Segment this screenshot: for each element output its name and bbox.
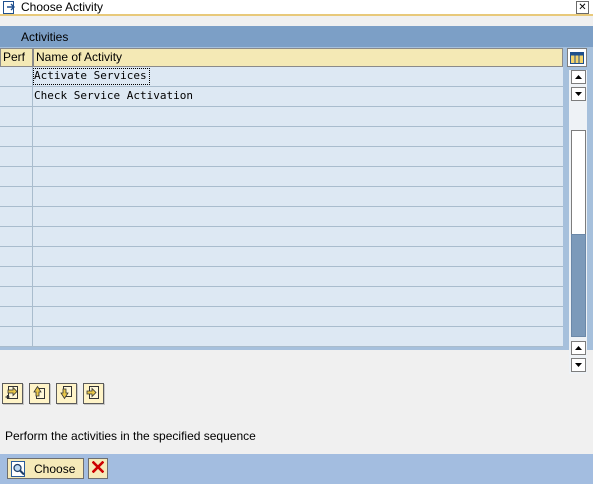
perf-cell[interactable]	[0, 327, 33, 346]
choose-magnifier-icon	[11, 460, 27, 477]
perf-cell[interactable]	[0, 167, 33, 186]
page-down-icon[interactable]	[571, 341, 586, 355]
activity-name-cell[interactable]	[34, 269, 36, 284]
table-body: Activate Services Check Service Activatio…	[0, 67, 563, 347]
scroll-down-icon[interactable]	[571, 358, 586, 372]
table-row[interactable]	[0, 167, 563, 187]
perf-cell[interactable]	[0, 87, 33, 106]
perf-cell[interactable]	[0, 127, 33, 146]
activity-name-cell[interactable]	[34, 329, 36, 344]
perf-cell[interactable]	[0, 247, 33, 266]
perf-cell[interactable]	[0, 147, 33, 166]
instruction-text: Perform the activities in the specified …	[5, 429, 256, 443]
table-row[interactable]	[0, 107, 563, 127]
table-title-bar: Activities	[0, 26, 593, 47]
dialog-title: Choose Activity	[21, 0, 104, 14]
perf-cell[interactable]	[0, 287, 33, 306]
move-up-icon	[32, 385, 47, 403]
table-row[interactable]	[0, 207, 563, 227]
table-settings-icon[interactable]	[567, 48, 587, 67]
details-icon	[86, 385, 101, 403]
activity-name-cell[interactable]	[34, 149, 36, 164]
column-header-name[interactable]: Name of Activity	[33, 48, 563, 67]
scroll-thumb[interactable]	[571, 234, 586, 337]
perf-cell[interactable]	[0, 207, 33, 226]
activity-name-cell[interactable]: Check Service Activation	[34, 89, 195, 104]
insert-row-button[interactable]	[2, 383, 23, 404]
perf-cell[interactable]	[0, 307, 33, 326]
table-row[interactable]: Check Service Activation	[0, 87, 563, 107]
cancel-icon	[91, 460, 105, 476]
details-button[interactable]	[83, 383, 104, 404]
activity-name-cell[interactable]	[34, 169, 36, 184]
table-row[interactable]	[0, 127, 563, 147]
table-row[interactable]	[0, 247, 563, 267]
move-down-icon	[59, 385, 74, 403]
dialog-titlebar: Choose Activity ✕	[0, 0, 593, 16]
perf-cell[interactable]	[0, 267, 33, 286]
move-up-button[interactable]	[29, 383, 50, 404]
move-down-button[interactable]	[56, 383, 77, 404]
activities-table: Activities Perf Name of Activity Activat…	[0, 26, 593, 374]
table-row[interactable]	[0, 327, 563, 347]
table-row[interactable]	[0, 287, 563, 307]
table-row[interactable]	[0, 307, 563, 327]
dialog-icon	[2, 0, 18, 14]
perf-cell[interactable]	[0, 227, 33, 246]
table-toolbar	[2, 383, 104, 404]
activity-name-cell[interactable]	[34, 129, 36, 144]
close-icon[interactable]: ✕	[576, 1, 589, 14]
dialog-footer: Choose	[0, 454, 593, 484]
table-row[interactable]	[0, 267, 563, 287]
activity-name-cell[interactable]	[34, 109, 36, 124]
perf-cell[interactable]	[0, 187, 33, 206]
page-up-icon[interactable]	[571, 87, 586, 101]
activity-name-cell[interactable]	[34, 309, 36, 324]
perf-cell[interactable]	[0, 107, 33, 126]
activity-name-cell[interactable]	[34, 209, 36, 224]
activity-name-cell[interactable]	[34, 189, 36, 204]
perf-cell[interactable]	[0, 67, 33, 86]
cancel-button[interactable]	[88, 458, 108, 479]
activity-name-cell[interactable]	[34, 249, 36, 264]
scroll-up-icon[interactable]	[571, 70, 586, 84]
table-title: Activities	[21, 30, 69, 44]
vertical-scrollbar[interactable]	[569, 70, 587, 374]
column-header-perf[interactable]: Perf	[0, 48, 33, 67]
activity-name-cell[interactable]	[34, 229, 36, 244]
choose-label: Choose	[34, 461, 76, 476]
activity-name-cell[interactable]	[34, 289, 36, 304]
table-row[interactable]: Activate Services	[0, 67, 563, 87]
activity-name-cell[interactable]: Activate Services	[33, 68, 150, 85]
choose-button[interactable]: Choose	[7, 458, 84, 479]
table-row[interactable]	[0, 227, 563, 247]
table-row[interactable]	[0, 147, 563, 167]
table-row[interactable]	[0, 187, 563, 207]
insert-row-icon	[5, 385, 20, 403]
